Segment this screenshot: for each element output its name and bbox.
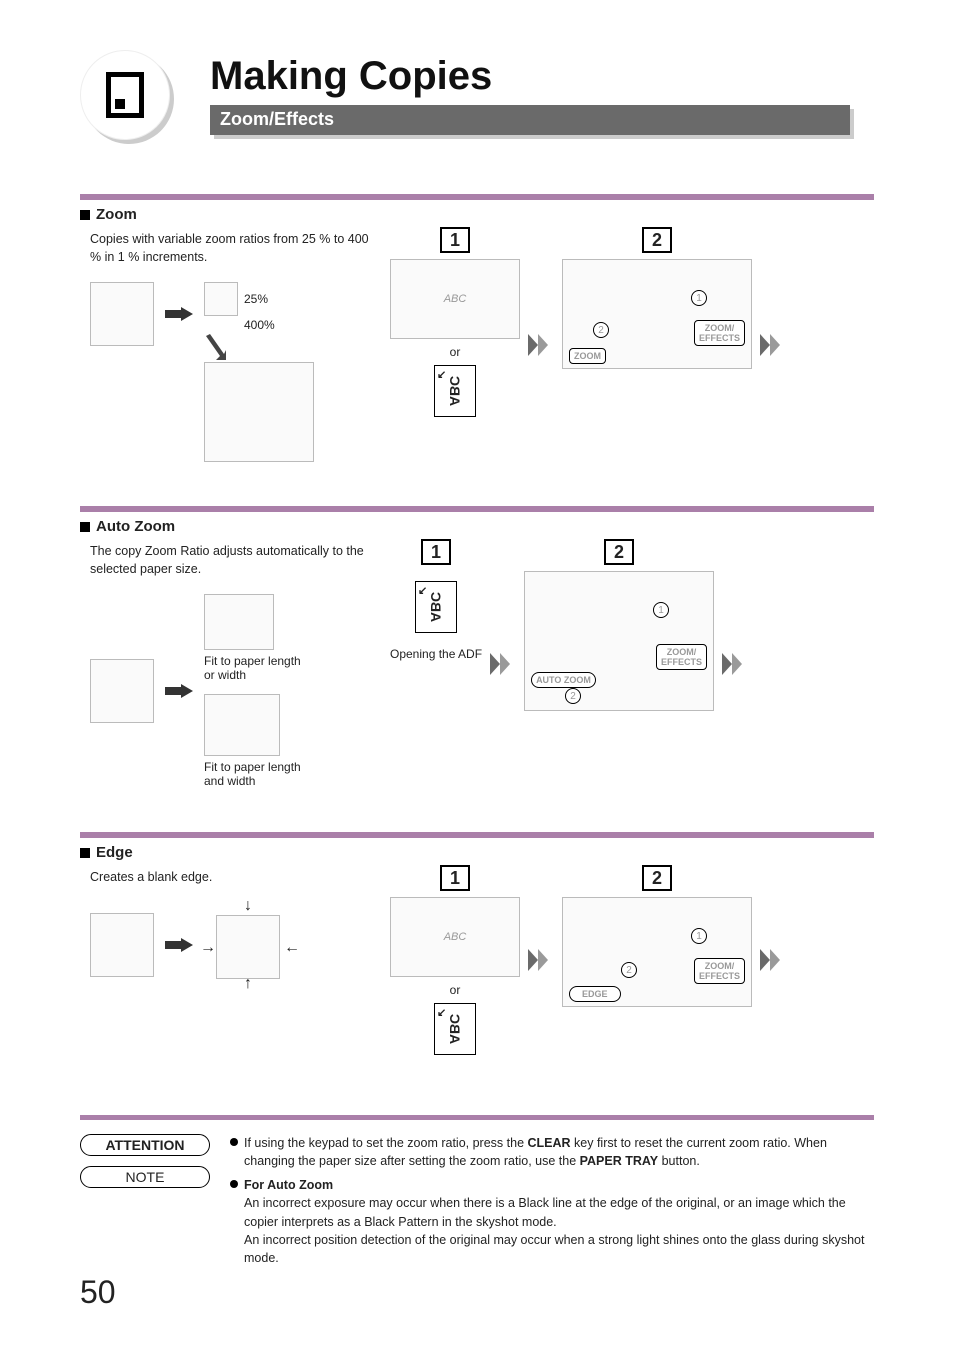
bullet-icon [80,210,90,220]
step-number: 1 [440,865,470,891]
chevron-right-icon [722,649,748,679]
arrow-icon [164,306,194,322]
diagonal-arrow-icon [204,334,226,360]
step-number: 1 [421,539,451,565]
caption: Fit to paper length and width [204,760,324,788]
chevron-right-icon [528,945,554,975]
reduced-illustration [204,282,238,316]
section-desc: The copy Zoom Ratio adjusts automaticall… [80,539,370,588]
document-icon [106,72,144,118]
original-illustration [90,282,154,346]
zoom-max-label: 400% [244,318,275,332]
zoom-effects-button-label: ZOOM/ EFFECTS [694,320,745,346]
section-title: Zoom [96,206,137,223]
section-auto-zoom: Auto Zoom The copy Zoom Ratio adjusts au… [80,506,874,788]
chevron-right-icon [760,945,786,975]
control-panel-screen: 1 2 ZOOM/ EFFECTS ZOOM [562,259,752,369]
page-header: Making Copies Zoom/Effects [80,50,874,150]
bullet-icon [230,1138,238,1146]
control-panel-screen: 1 2 ZOOM/ EFFECTS EDGE [562,897,752,1007]
zoom-effects-button-label: ZOOM/ EFFECTS [656,644,707,670]
original-illustration [90,659,154,723]
auto-zoom-button-label: AUTO ZOOM [531,672,596,688]
zoom-effects-button-label: ZOOM/ EFFECTS [694,958,745,984]
attention-label: ATTENTION [80,1134,210,1156]
fit-illustration [204,694,280,756]
zoom-button-label: ZOOM [569,348,606,364]
callout-1: 1 [691,928,707,944]
edge-button-label: EDGE [569,986,621,1002]
zoom-min-label: 25% [244,292,268,306]
step-number: 1 [440,227,470,253]
header-icon [80,50,180,150]
arrow-up-icon: ↑ [244,975,252,993]
section-edge: Edge Creates a blank edge. ↓ ↑ ← → 1 [80,832,874,1055]
page-subtitle: Zoom/Effects [210,105,850,135]
section-desc: Creates a blank edge. [80,865,370,897]
arrow-left-icon: ← [284,939,300,957]
step-number: 2 [642,227,672,253]
arrow-right-icon: → [200,939,216,957]
fit-illustration [204,594,274,650]
callout-2: 2 [621,962,637,978]
copier-illustration: ABC [390,897,520,977]
page-number: 50 [80,1274,116,1311]
edged-illustration [216,915,280,979]
control-panel-screen: 1 2 ZOOM/ EFFECTS AUTO ZOOM [524,571,714,711]
enlarged-illustration [204,362,314,462]
arrow-icon [164,683,194,699]
bullet-icon [80,522,90,532]
step-number: 2 [642,865,672,891]
copier-illustration: ABC [390,259,520,339]
callout-1: 1 [653,602,669,618]
original-illustration [90,913,154,977]
chevron-right-icon [490,649,516,679]
callout-2: 2 [593,322,609,338]
chevron-right-icon [760,330,786,360]
arrow-down-icon: ↓ [244,897,252,915]
bullet-icon [80,848,90,858]
notes-section: ATTENTION NOTE If using the keypad to se… [80,1115,874,1271]
note-label: NOTE [80,1166,210,1188]
callout-1: 1 [691,290,707,306]
note-text: For Auto Zoom An incorrect exposure may … [244,1176,874,1267]
platen-illustration: ↙ ABC [415,581,457,633]
arrow-icon [164,937,194,953]
step-number: 2 [604,539,634,565]
caption: Fit to paper length or width [204,654,314,682]
attention-text: If using the keypad to set the zoom rati… [244,1134,874,1170]
adf-caption: Opening the ADF [390,647,482,661]
page-title: Making Copies [210,54,874,99]
or-label: or [450,345,461,359]
section-title: Edge [96,844,133,861]
chevron-right-icon [528,330,554,360]
bullet-icon [230,1180,238,1188]
platen-illustration: ↙ ABC [434,365,476,417]
section-zoom: Zoom Copies with variable zoom ratios fr… [80,194,874,462]
section-desc: Copies with variable zoom ratios from 25… [80,227,370,276]
platen-illustration: ↙ ABC [434,1003,476,1055]
section-title: Auto Zoom [96,518,175,535]
callout-2: 2 [565,688,581,704]
or-label: or [450,983,461,997]
